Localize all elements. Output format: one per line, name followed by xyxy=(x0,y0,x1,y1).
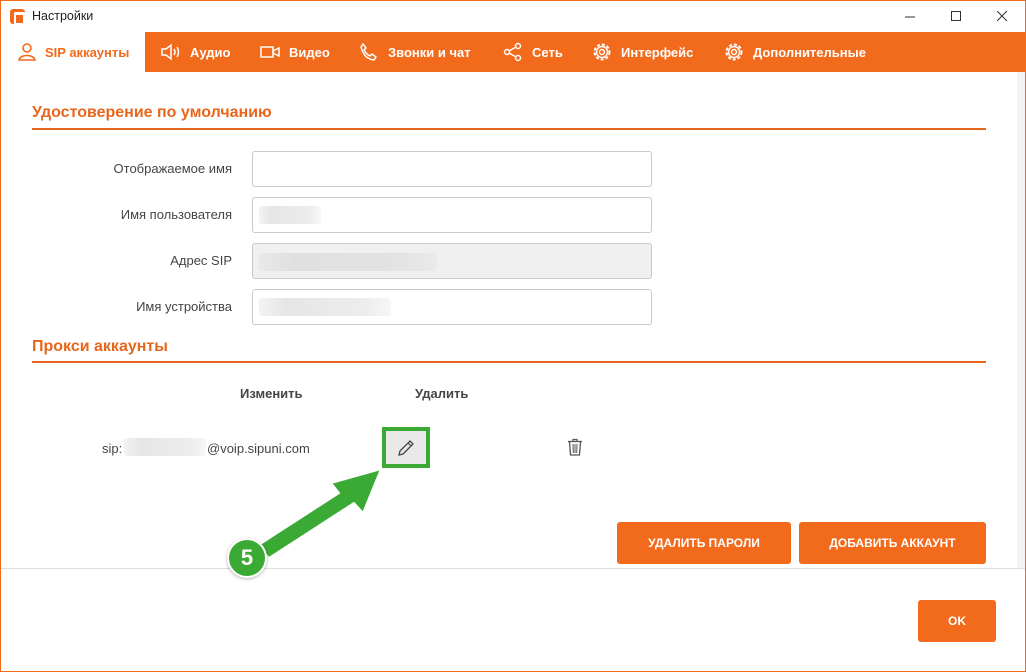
edit-column-header: Изменить xyxy=(240,386,303,401)
minimize-button[interactable] xyxy=(887,1,933,32)
proxy-section-title: Прокси аккаунты xyxy=(32,338,168,355)
redacted-account-id xyxy=(124,438,206,456)
trash-icon xyxy=(568,438,582,456)
settings-window: Настройки SIP аккаунты Аудио Видео Звонк… xyxy=(0,0,1026,672)
sip-address-input xyxy=(252,243,652,279)
phone-icon xyxy=(360,42,378,61)
step-number-badge: 5 xyxy=(227,538,267,578)
identity-section-title: Удостоверение по умолчанию xyxy=(32,104,272,121)
tab-label: Аудио xyxy=(190,44,231,60)
gear-icon xyxy=(725,43,743,61)
account-prefix: sip: xyxy=(102,441,123,456)
ok-button[interactable]: OK xyxy=(918,600,996,642)
tab-calls-chat[interactable]: Звонки и чат xyxy=(358,32,471,72)
add-account-button[interactable]: ДОБАВИТЬ АККАУНТ xyxy=(799,522,986,564)
maximize-button[interactable] xyxy=(933,1,979,32)
tab-sip-accounts[interactable]: SIP аккаунты xyxy=(1,32,145,72)
close-button[interactable] xyxy=(979,1,1025,32)
delete-account-button[interactable] xyxy=(564,435,586,459)
delete-passwords-button[interactable]: УДАЛИТЬ ПАРОЛИ xyxy=(617,522,791,564)
maximize-icon xyxy=(950,11,961,21)
annotation-arrow xyxy=(256,468,382,559)
settings-tabs: SIP аккаунты Аудио Видео Звонки и чат Се… xyxy=(1,32,1025,72)
tab-advanced[interactable]: Дополнительные xyxy=(723,32,866,72)
footer-divider xyxy=(1,568,1025,569)
display-name-input[interactable] xyxy=(252,151,652,187)
device-name-label: Имя устройства xyxy=(136,299,232,314)
tab-label: Сеть xyxy=(532,44,563,60)
tab-label: SIP аккаунты xyxy=(45,44,130,60)
device-name-input[interactable] xyxy=(252,289,652,325)
tab-label: Интерфейс xyxy=(621,44,694,60)
tab-network[interactable]: Сеть xyxy=(502,32,563,72)
redacted-value xyxy=(259,253,437,271)
account-domain: @voip.sipuni.com xyxy=(207,441,310,456)
gear-icon xyxy=(593,43,611,61)
tab-label: Дополнительные xyxy=(753,44,866,60)
section-divider xyxy=(32,361,986,363)
window-title: Настройки xyxy=(32,9,94,23)
share-network-icon xyxy=(503,42,522,62)
edit-account-button[interactable] xyxy=(382,427,430,468)
user-icon xyxy=(18,43,36,61)
tab-video[interactable]: Видео xyxy=(259,32,330,72)
redacted-value xyxy=(259,298,391,316)
pencil-icon xyxy=(398,439,414,456)
display-name-label: Отображаемое имя xyxy=(113,161,232,176)
close-icon xyxy=(996,11,1007,22)
tab-audio[interactable]: Аудио xyxy=(160,32,230,72)
speaker-icon xyxy=(161,43,180,61)
content-scrollbar[interactable] xyxy=(1017,72,1025,568)
username-input[interactable] xyxy=(252,197,652,233)
username-label: Имя пользователя xyxy=(120,207,232,222)
tab-interface[interactable]: Интерфейс xyxy=(591,32,693,72)
redacted-value xyxy=(259,206,321,224)
app-logo-icon xyxy=(10,9,25,25)
delete-column-header: Удалить xyxy=(415,386,469,401)
tab-label: Видео xyxy=(289,44,330,60)
minimize-icon xyxy=(904,16,915,18)
sip-address-label: Адрес SIP xyxy=(170,253,232,268)
title-bar: Настройки xyxy=(1,1,1025,32)
video-camera-icon xyxy=(260,46,280,58)
tab-label: Звонки и чат xyxy=(388,44,471,60)
section-divider xyxy=(32,128,986,130)
